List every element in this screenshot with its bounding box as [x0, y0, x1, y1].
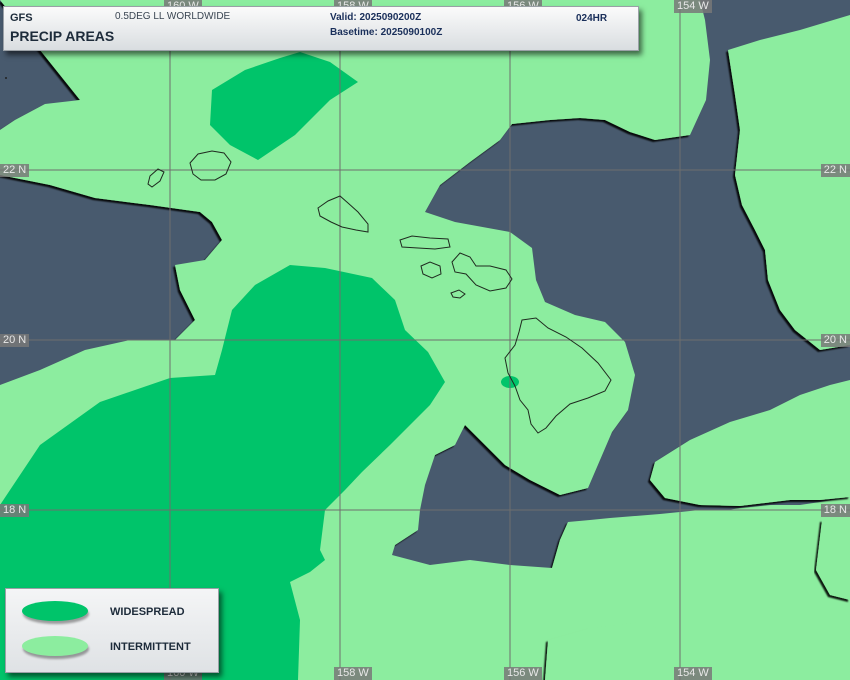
- widespread-swatch-icon: [22, 601, 88, 621]
- lon-label-158w: 158 W: [334, 667, 372, 680]
- intermittent-swatch-icon: [22, 636, 88, 656]
- lat-label-22n: 22 N: [0, 164, 30, 177]
- map-dot: [5, 77, 7, 79]
- lat-label-20n: 20 N: [0, 334, 30, 347]
- legend-label-intermittent: INTERMITTENT: [110, 641, 191, 653]
- legend-item-widespread: WIDESPREAD: [6, 597, 218, 627]
- base-time: Basetime: 2025090100Z: [330, 27, 443, 38]
- lon-label-154w: 154 W: [674, 667, 712, 680]
- lat-label-20n-right: 20 N: [820, 334, 850, 347]
- map-legend: WIDESPREAD INTERMITTENT: [5, 588, 219, 673]
- lat-label-18n-right: 18 N: [820, 504, 850, 517]
- precip-map[interactable]: [0, 0, 850, 680]
- map-viewport[interactable]: 22 N 22 N 20 N 20 N 18 N 18 N 160 W 158 …: [0, 0, 850, 680]
- forecast-hour: 024HR: [576, 13, 608, 24]
- legend-item-intermittent: INTERMITTENT: [6, 632, 218, 662]
- grid-description: 0.5DEG LL WORLDWIDE: [115, 11, 231, 22]
- lon-label-156w: 156 W: [504, 667, 542, 680]
- lat-label-18n: 18 N: [0, 504, 30, 517]
- model-name: GFS: [10, 12, 33, 24]
- valid-time: Valid: 2025090200Z: [330, 12, 422, 23]
- lat-label-22n-right: 22 N: [820, 164, 850, 177]
- lon-label-154w-top: 154 W: [674, 0, 712, 13]
- product-title: PRECIP AREAS: [10, 28, 115, 44]
- product-header: GFS 0.5DEG LL WORLDWIDE PRECIP AREAS Val…: [3, 6, 639, 51]
- legend-label-widespread: WIDESPREAD: [110, 606, 185, 618]
